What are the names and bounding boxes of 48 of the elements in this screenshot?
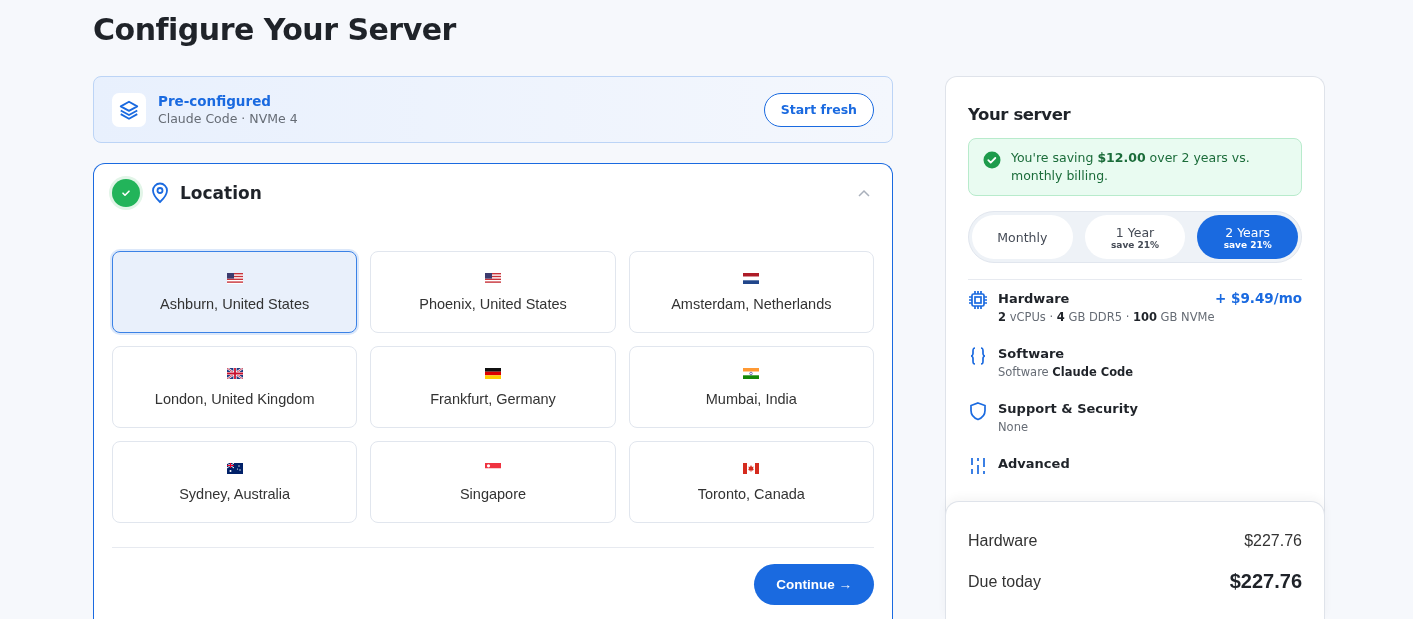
flag-icon xyxy=(743,272,760,284)
flag-icon xyxy=(226,272,243,284)
summary-title: Your server xyxy=(968,105,1072,124)
sliders-icon xyxy=(968,456,988,476)
braces-icon xyxy=(968,346,988,366)
start-fresh-button[interactable]: Start fresh xyxy=(763,92,874,127)
location-option[interactable]: Sydney, Australia xyxy=(112,441,358,523)
flag-icon xyxy=(226,367,243,379)
item-price: + $9.49/mo xyxy=(1215,290,1302,306)
shield-icon xyxy=(968,401,988,421)
location-option[interactable]: Toronto, Canada xyxy=(628,441,874,523)
flag-icon xyxy=(485,272,501,284)
savings-text: You're saving $12.00 over 2 years vs. monthly billing. xyxy=(1011,149,1251,185)
page-title: Configure Your Server xyxy=(93,11,458,49)
billing-option[interactable]: 1 Year save 21% xyxy=(1084,215,1186,259)
location-pin-icon xyxy=(150,182,170,204)
chevron-icon[interactable] xyxy=(858,189,870,197)
step-title: Location xyxy=(180,183,263,203)
location-option[interactable]: Mumbai, India xyxy=(628,346,874,428)
check-circle-icon xyxy=(983,151,1001,169)
summary-item-title: Software xyxy=(998,346,1065,361)
summary-item-title: Hardware xyxy=(998,291,1070,306)
location-option[interactable]: Ashburn, United States xyxy=(112,251,358,333)
flag-icon xyxy=(226,462,243,474)
summary-item-detail: 2 vCPUs · 4 GB DDR5 · 100 GB NVMe xyxy=(998,310,1216,324)
total-label: Due today xyxy=(968,572,1041,591)
billing-option[interactable]: 2 Years save 21% xyxy=(1197,215,1298,259)
total-value: $227.76 xyxy=(1229,570,1302,593)
summary-item-title: Advanced xyxy=(998,456,1070,471)
chip-icon xyxy=(968,290,988,310)
flag-icon xyxy=(743,367,760,379)
summary-item-title: Support & Security xyxy=(998,401,1138,416)
flag-icon xyxy=(743,462,760,474)
location-option[interactable]: London, United Kingdom xyxy=(112,346,358,428)
location-option[interactable]: Phoenix, United States xyxy=(370,251,616,333)
location-option[interactable]: Frankfurt, Germany xyxy=(370,346,616,428)
preset-subtitle: Claude Code · NVMe 4 xyxy=(158,111,299,126)
preset-title: Pre-configured xyxy=(158,93,272,109)
summary-item-detail: Software Claude Code xyxy=(998,365,1135,379)
total-value: $227.76 xyxy=(1244,532,1302,550)
location-option[interactable]: Amsterdam, Netherlands xyxy=(628,251,874,333)
location-option[interactable]: Singapore xyxy=(370,441,616,523)
billing-option[interactable]: Monthly xyxy=(972,215,1073,259)
total-label: Hardware xyxy=(968,532,1038,550)
flag-icon xyxy=(485,367,501,379)
continue-button[interactable]: Continue → xyxy=(754,564,874,605)
summary-item-detail: None xyxy=(998,420,1029,434)
layers-icon xyxy=(112,92,146,127)
